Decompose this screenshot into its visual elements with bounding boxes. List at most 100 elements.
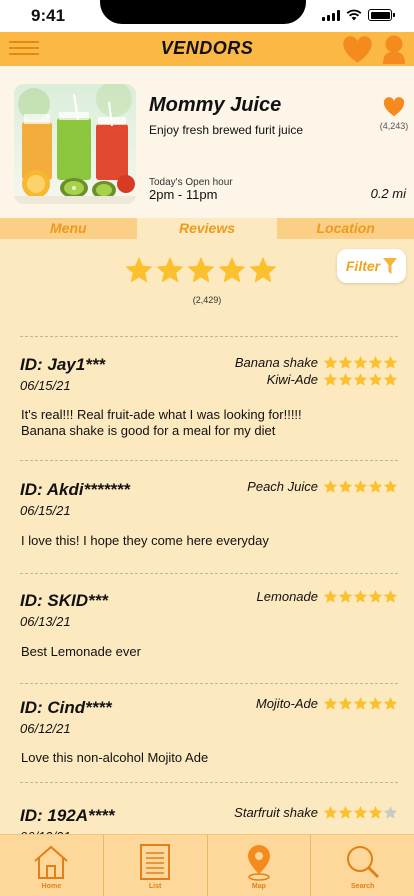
review-date: 06/13/21 bbox=[20, 614, 71, 629]
item-rating-stars bbox=[323, 479, 398, 494]
funnel-icon bbox=[383, 258, 398, 274]
review-date: 06/15/21 bbox=[20, 503, 71, 518]
star-filled-icon bbox=[338, 372, 353, 387]
star-filled-icon bbox=[323, 696, 338, 711]
filter-button[interactable]: Filter bbox=[337, 249, 406, 283]
star-filled-icon bbox=[338, 355, 353, 370]
reviewed-item-name: Starfruit shake bbox=[234, 805, 318, 820]
reviewed-item: Kiwi-Ade bbox=[267, 372, 398, 387]
star-filled-icon bbox=[353, 372, 368, 387]
battery-icon bbox=[368, 9, 395, 21]
vendor-card: Mommy Juice Enjoy fresh brewed furit jui… bbox=[0, 66, 414, 218]
review-count: (2,429) bbox=[192, 295, 222, 305]
reviewed-item: Lemonade bbox=[257, 589, 398, 604]
home-icon bbox=[34, 845, 69, 879]
star-filled-icon bbox=[323, 805, 338, 820]
map-pin-icon bbox=[247, 845, 270, 881]
reviewer-id: ID: 192A**** bbox=[20, 806, 115, 825]
vendor-distance: 0.2 mi bbox=[370, 186, 406, 201]
vendor-tabs: Menu Reviews Location bbox=[0, 218, 414, 239]
star-filled-icon bbox=[368, 805, 383, 820]
item-rating-stars bbox=[323, 355, 398, 370]
list-icon bbox=[140, 844, 171, 880]
review-date: 06/15/21 bbox=[20, 378, 71, 393]
star-filled-icon bbox=[323, 355, 338, 370]
favorite-count: (4,243) bbox=[379, 121, 409, 131]
review-list[interactable]: ID: Jay1*** 06/15/21 Banana shake Kiwi-Ade I… bbox=[0, 336, 414, 834]
star-filled-icon bbox=[323, 372, 338, 387]
nav-list-label: List bbox=[148, 883, 162, 890]
reviewed-item: Banana shake bbox=[235, 355, 398, 370]
star-filled-icon bbox=[248, 255, 278, 285]
reviewed-item: Mojito-Ade bbox=[256, 696, 398, 711]
star-filled-icon bbox=[323, 589, 338, 604]
reviewer-id: ID: Cind**** bbox=[20, 698, 112, 717]
review-date: 06/12/21 bbox=[20, 721, 71, 736]
reviewed-item: Starfruit shake bbox=[234, 805, 398, 820]
vendor-description: Enjoy fresh brewed furit juice bbox=[149, 123, 304, 137]
nav-map[interactable]: Map bbox=[206, 835, 311, 896]
reviewed-item-name: Lemonade bbox=[256, 589, 318, 604]
review-item: ID: SKID*** 06/13/21 Lemonade Best Lemonade… bbox=[20, 573, 398, 693]
review-item: ID: 192A****06/12/21Starfruit shake bbox=[20, 782, 398, 834]
star-filled-icon bbox=[353, 805, 368, 820]
tab-reviews[interactable]: Reviews bbox=[136, 218, 276, 239]
review-text: It's real!!! Real fruit-ade what I was l… bbox=[21, 407, 302, 438]
reviewed-item-name: Kiwi-Ade bbox=[266, 372, 318, 387]
review-item: ID: Jay1*** 06/15/21 Banana shake Kiwi-Ade I… bbox=[20, 336, 398, 456]
reviewer-id: ID: SKID*** bbox=[20, 591, 108, 610]
star-empty-icon bbox=[383, 805, 398, 820]
item-rating-stars bbox=[323, 372, 398, 387]
review-text: I love this! I hope they come here every… bbox=[21, 533, 269, 548]
tab-location[interactable]: Location bbox=[275, 218, 414, 239]
star-filled-icon bbox=[323, 479, 338, 494]
star-filled-icon bbox=[368, 479, 383, 494]
star-filled-icon bbox=[124, 255, 154, 285]
average-rating-stars bbox=[124, 255, 278, 285]
item-rating-stars bbox=[323, 696, 398, 711]
star-filled-icon bbox=[353, 589, 368, 604]
review-text: Love this non-alcohol Mojito Ade bbox=[21, 750, 209, 765]
device-notch bbox=[100, 0, 306, 24]
reviewed-item-name: Banana shake bbox=[234, 355, 318, 370]
nav-search[interactable]: Search bbox=[310, 835, 414, 896]
reviewer-id: ID: Jay1*** bbox=[20, 355, 106, 374]
wifi-icon bbox=[346, 9, 362, 21]
app-header: VENDORS bbox=[0, 32, 414, 66]
nav-list[interactable]: List bbox=[102, 835, 207, 896]
reviewer-id: ID: Akdi******* bbox=[20, 480, 130, 499]
tab-menu[interactable]: Menu bbox=[0, 218, 137, 239]
search-icon bbox=[346, 846, 379, 879]
favorites-heart-icon[interactable] bbox=[342, 36, 373, 64]
nav-search-label: Search bbox=[350, 883, 375, 890]
nav-home[interactable]: Home bbox=[0, 835, 103, 896]
open-hours-value: 2pm - 11pm bbox=[149, 187, 218, 202]
reviewed-item-name: Peach Juice bbox=[247, 479, 318, 494]
star-filled-icon bbox=[155, 255, 185, 285]
star-filled-icon bbox=[368, 589, 383, 604]
review-text: Best Lemonade ever bbox=[21, 644, 141, 659]
reviewed-item-name: Mojito-Ade bbox=[255, 696, 318, 711]
review-item: ID: Akdi******* 06/15/21 Peach Juice I love… bbox=[20, 460, 398, 580]
filter-label: Filter bbox=[345, 258, 381, 274]
star-filled-icon bbox=[383, 372, 398, 387]
star-filled-icon bbox=[338, 589, 353, 604]
user-profile-icon[interactable] bbox=[382, 34, 406, 64]
star-filled-icon bbox=[338, 479, 353, 494]
signal-icon bbox=[322, 10, 340, 21]
star-filled-icon bbox=[338, 696, 353, 711]
star-filled-icon bbox=[368, 355, 383, 370]
status-bar: 9:41 bbox=[0, 0, 414, 32]
status-icons bbox=[322, 9, 395, 21]
star-filled-icon bbox=[383, 355, 398, 370]
star-filled-icon bbox=[368, 372, 383, 387]
favorite-heart-icon[interactable] bbox=[382, 97, 406, 117]
reviewed-item: Peach Juice bbox=[247, 479, 398, 494]
bottom-navigation: Home List Map Search bbox=[0, 834, 414, 896]
star-filled-icon bbox=[383, 696, 398, 711]
star-filled-icon bbox=[353, 696, 368, 711]
star-filled-icon bbox=[383, 589, 398, 604]
star-filled-icon bbox=[353, 355, 368, 370]
vendor-photo bbox=[14, 84, 136, 204]
star-filled-icon bbox=[353, 479, 368, 494]
